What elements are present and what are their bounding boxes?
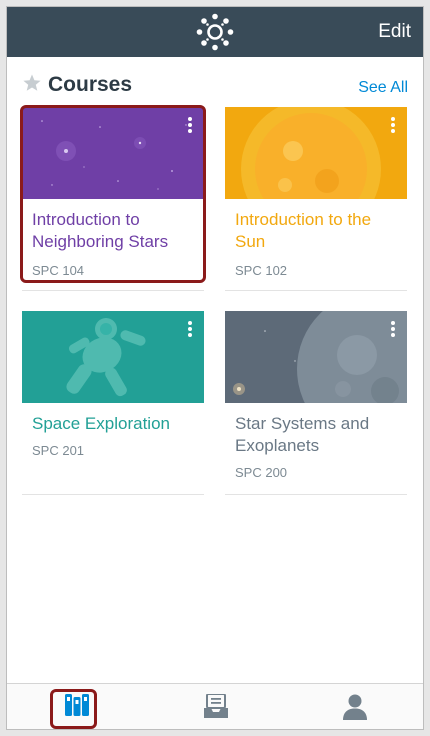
courses-section-title: Courses [48,73,133,96]
course-name: Introduction to Neighboring Stars [32,210,169,251]
tab-profile[interactable] [310,684,400,729]
canvas-logo-icon [196,13,234,51]
course-card-image [22,311,204,403]
course-name: Star Systems and Exoplanets [235,414,370,455]
course-code: SPC 200 [235,465,288,480]
tab-inbox[interactable] [171,684,261,729]
course-card-sun[interactable]: Introduction to the Sun SPC 102 [225,107,407,291]
course-code: SPC 102 [235,263,288,278]
course-card-image [225,107,407,199]
course-name: Introduction to the Sun [235,210,372,251]
inbox-icon [204,694,228,718]
course-card-neighboring-stars[interactable]: Introduction to Neighboring Stars SPC 10… [22,107,204,291]
tab-courses[interactable] [32,684,122,729]
course-options-menu-icon[interactable] [186,117,194,137]
profile-icon [343,694,367,720]
bottom-tab-bar [7,683,423,729]
course-options-menu-icon[interactable] [389,117,397,137]
dashboard-courses-icon [65,694,89,716]
course-name: Space Exploration [32,414,170,433]
top-navbar: Edit [7,7,423,57]
course-code: SPC 104 [32,263,85,278]
course-card-image [22,107,204,199]
course-card-image [225,311,407,403]
edit-button[interactable]: Edit [378,21,411,43]
tab-label [32,724,122,729]
star-icon[interactable] [22,73,42,93]
course-card-space-exploration[interactable]: Space Exploration SPC 201 [22,311,204,495]
see-all-link[interactable]: See All [358,79,408,97]
course-code: SPC 201 [32,443,85,458]
course-options-menu-icon[interactable] [389,321,397,341]
tab-label [310,724,400,729]
tab-label [171,724,261,729]
course-options-menu-icon[interactable] [186,321,194,341]
app-screen: Edit Courses See All Introduction to Nei… [6,6,424,730]
course-card-star-systems[interactable]: Star Systems and Exoplanets SPC 200 [225,311,407,495]
